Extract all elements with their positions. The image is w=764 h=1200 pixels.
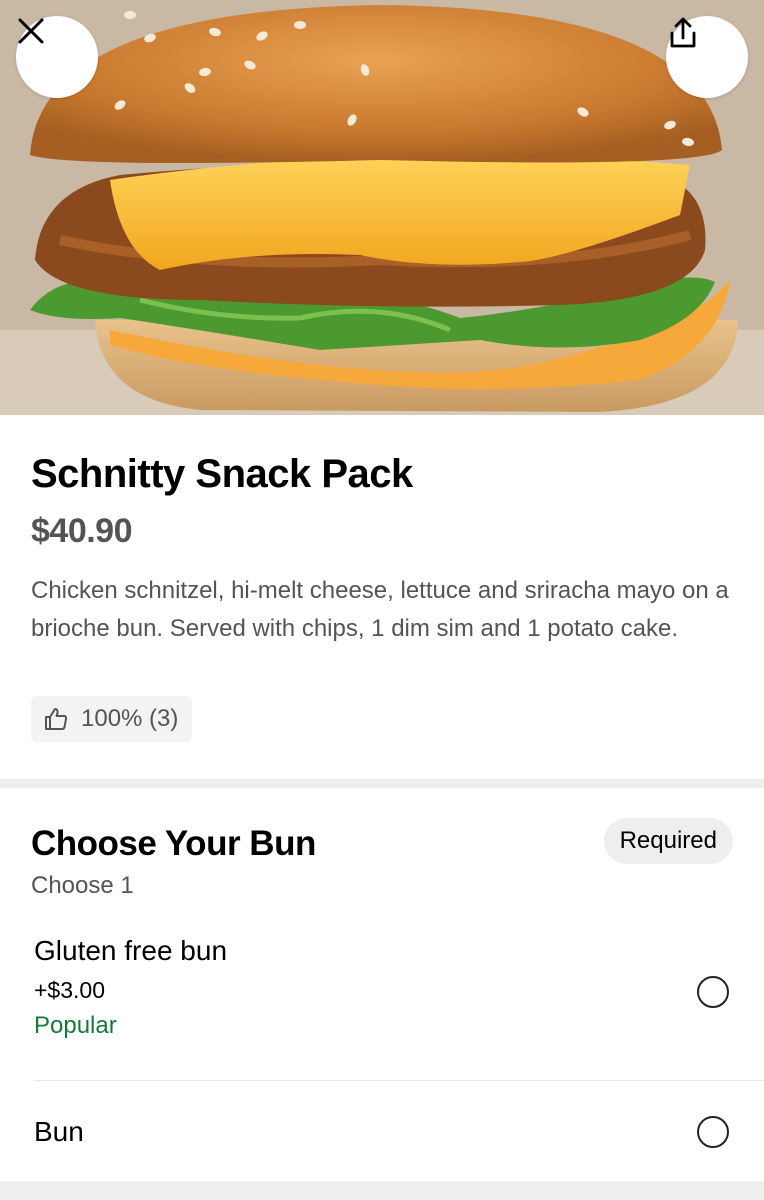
share-icon [670,17,696,48]
option-gluten-free-bun[interactable]: Gluten free bun +$3.00 Popular [34,935,760,1040]
option-name: Bun [34,1116,84,1147]
section-divider [0,779,764,788]
item-description: Chicken schnitzel, hi-melt cheese, lettu… [31,577,729,642]
close-button[interactable] [16,16,98,98]
item-photo [0,0,764,415]
required-badge: Required [603,818,733,864]
rating-text: 100% (3) [81,705,179,732]
option-bun[interactable]: Bun [34,1116,760,1148]
item-title: Schnitty Snack Pack [31,452,413,496]
thumbs-up-icon [45,708,68,730]
section-subtitle: Choose 1 [31,872,134,899]
burger-image [0,0,764,415]
item-price: $40.90 [31,512,133,550]
section-title: Choose Your Bun [31,824,316,863]
close-icon [18,18,44,44]
option-divider [34,1080,764,1081]
option-price: +$3.00 [34,977,105,1003]
option-name: Gluten free bun [34,935,228,966]
bottom-section-divider [0,1181,764,1200]
rating-badge: 100% (3) [31,696,193,742]
popular-tag: Popular [34,1012,117,1039]
radio-bun[interactable] [697,1116,729,1148]
share-button[interactable] [666,16,748,98]
radio-gluten-free-bun[interactable] [697,976,729,1008]
